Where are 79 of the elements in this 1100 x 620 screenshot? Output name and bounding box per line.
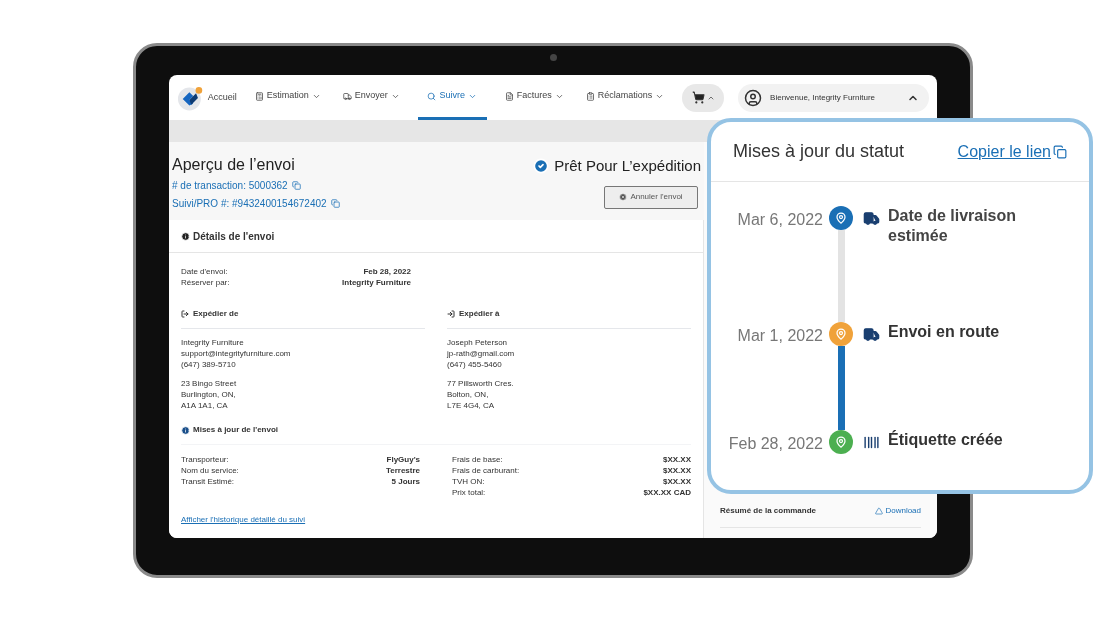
nav-tab[interactable]: Réclamations: [581, 75, 669, 120]
contact-line: Joseph Peterson: [447, 337, 509, 348]
nav-tab[interactable]: Estimation: [250, 75, 325, 120]
field-value: 5 Jours: [391, 476, 420, 487]
event-date: Mar 6, 2022: [736, 210, 824, 230]
status-label: Prêt Pour L’expédition: [554, 156, 701, 176]
barcode-icon: [863, 434, 880, 451]
field-label: Nom du service:: [181, 465, 239, 476]
pin-icon: [835, 328, 847, 340]
event-date: Feb 28, 2022: [727, 434, 824, 454]
event-label: Date de livraison estimée: [887, 206, 1018, 246]
pin-icon: [835, 436, 847, 448]
copy-icon: [1053, 144, 1067, 159]
cart-icon: [691, 91, 705, 104]
address-line: Burlington, ON,: [181, 389, 237, 400]
field-label: Frais de base:: [452, 454, 503, 465]
check-circle-icon: [533, 158, 550, 175]
truck-icon: [342, 91, 352, 101]
x-circle-icon: [619, 193, 628, 201]
card-title: Mises à jour du statut: [733, 140, 905, 163]
section-heading: Expédier de: [193, 308, 239, 320]
address-line: 77 Pillsworth Cres.: [447, 378, 515, 389]
field-value: $XX.XX: [663, 476, 691, 487]
order-summary-label: Résumé de la commande: [720, 505, 817, 517]
enter-icon: [447, 310, 455, 318]
contact-line: jp-rath@gmail.com: [447, 348, 516, 359]
calculator-icon: [254, 91, 264, 101]
address-line: 23 Bingo Street: [181, 378, 238, 389]
card-title: Détails de l'envoi: [193, 229, 275, 244]
truck-icon: [863, 210, 880, 227]
search-icon: [427, 91, 437, 101]
field-value: Terrestre: [385, 465, 420, 476]
history-link[interactable]: Afficher l'historique détaillé du suivi: [181, 514, 306, 526]
contact-line: (647) 455-5460: [447, 359, 503, 370]
download-link[interactable]: Download: [875, 505, 921, 517]
section-heading: Expédier à: [459, 308, 500, 320]
field-label: Frais de carburant:: [452, 465, 520, 476]
tracking-number: Suivi/PRO #: #9432400154672402: [172, 197, 327, 211]
transaction-number: # de transaction: 5000362: [172, 179, 288, 193]
field-value: Integrity Furniture: [342, 277, 411, 288]
nav-tab[interactable]: Envoyer: [338, 75, 404, 120]
contact-line: Integrity Furniture: [181, 337, 245, 348]
field-value: $XX.XX CAD: [643, 487, 691, 498]
nav-tab[interactable]: Factures: [500, 75, 568, 120]
info-icon: [181, 231, 190, 241]
user-icon: [744, 88, 763, 107]
user-menu[interactable]: Bienvenue, Integrity Furniture: [738, 83, 929, 112]
field-label: Transporteur:: [181, 454, 229, 465]
event-label: Envoi en route: [887, 322, 1001, 342]
field-label: Prix total:: [452, 487, 486, 498]
clipboard-icon: [585, 91, 595, 101]
pin-icon: [835, 212, 847, 224]
page-title: Aperçu de l’envoi: [172, 155, 296, 175]
event-label: Étiquette créée: [887, 430, 1004, 450]
copy-link[interactable]: Copier le lien: [957, 139, 1067, 164]
info-icon: [181, 425, 190, 435]
field-value: $XX.XX: [663, 465, 691, 476]
exit-icon: [181, 310, 189, 318]
contact-line: support@integrityfurniture.com: [181, 348, 292, 359]
field-value: $XX.XX: [663, 454, 691, 465]
field-value: Feb 28, 2022: [363, 266, 411, 277]
contact-line: (647) 389-5710: [181, 359, 237, 370]
field-value: FlyGuy's: [386, 454, 420, 465]
address-line: L7E 4G4, CA: [447, 400, 496, 411]
camera-icon: [549, 54, 557, 61]
section-heading: Mises à jour de l'envoi: [193, 424, 279, 436]
cancel-button[interactable]: Annuler l'envoi: [604, 185, 698, 209]
truck-icon: [863, 326, 880, 343]
nav-link[interactable]: Accueil: [207, 90, 237, 105]
field-label: Réserver par:: [181, 277, 230, 288]
cart-button[interactable]: [682, 83, 725, 112]
field-label: TVH ON:: [452, 476, 485, 487]
field-label: Transit Estimé:: [181, 476, 235, 487]
address-line: Bolton, ON,: [447, 389, 490, 400]
triangle-icon: [875, 507, 884, 515]
address-line: A1A 1A1, CA: [181, 400, 229, 411]
event-date: Mar 1, 2022: [736, 326, 824, 346]
document-icon: [504, 91, 514, 101]
field-label: Date d'envoi:: [181, 266, 228, 277]
